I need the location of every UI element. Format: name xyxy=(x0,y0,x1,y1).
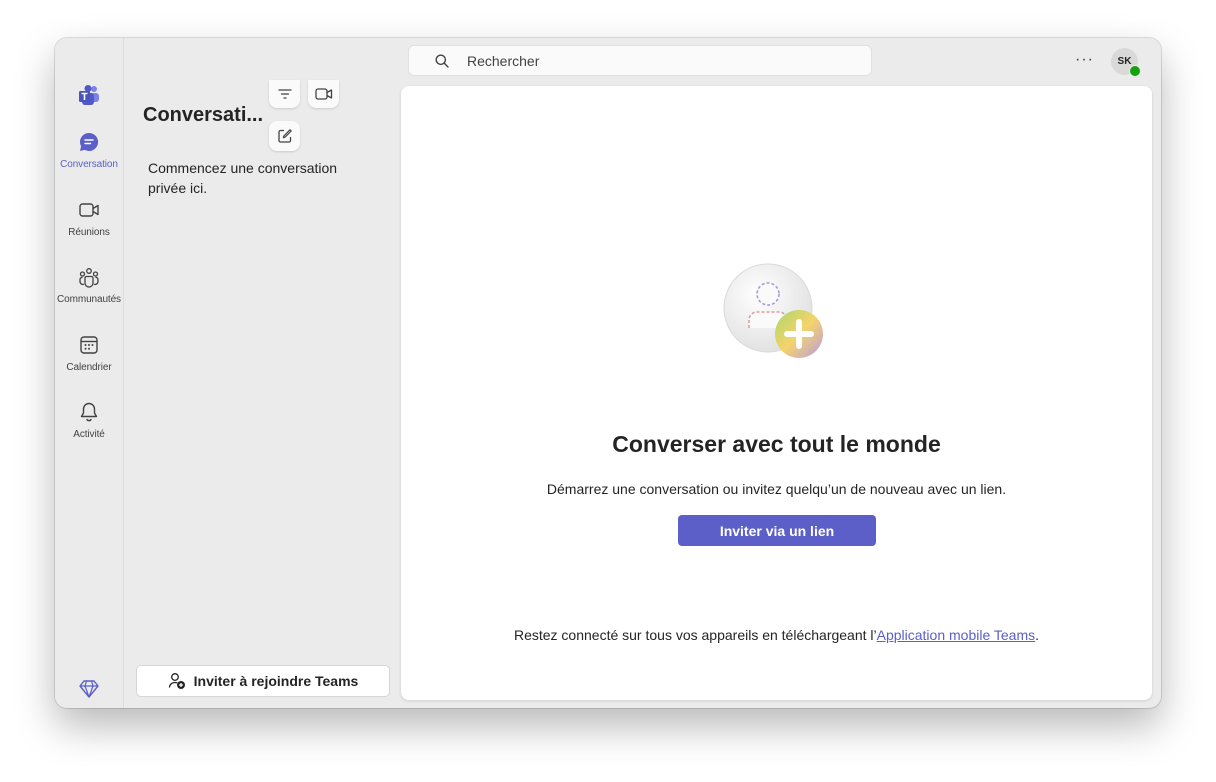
presence-available-icon xyxy=(1129,65,1141,77)
communities-icon xyxy=(79,268,99,288)
invite-to-teams-label: Inviter à rejoindre Teams xyxy=(193,673,359,689)
teams-window: Conversation Réunions Communautés Calend… xyxy=(55,38,1161,708)
rail-item-calendar[interactable]: Calendrier xyxy=(55,334,123,394)
video-icon xyxy=(79,203,99,217)
mobile-app-note-prefix: Restez connecté sur tous vos appareils e… xyxy=(513,627,877,643)
filter-icon xyxy=(277,89,292,99)
add-person-icon xyxy=(168,673,185,689)
rail-label: Activité xyxy=(73,429,105,440)
meet-now-button[interactable] xyxy=(308,80,339,108)
video-icon xyxy=(314,88,332,100)
mobile-app-note-suffix: . xyxy=(1035,627,1040,643)
bell-icon xyxy=(80,402,98,422)
new-chat-button[interactable] xyxy=(269,121,300,151)
rail-item-conversation[interactable]: Conversation xyxy=(55,131,123,191)
compose-icon xyxy=(277,129,292,143)
mobile-app-note: Restez connecté sur tous vos appareils e… xyxy=(401,627,1152,643)
rail-label: Conversation xyxy=(60,159,118,170)
search-icon xyxy=(435,54,449,68)
app-rail: Conversation Réunions Communautés Calend… xyxy=(55,38,124,708)
premium-diamond-icon[interactable] xyxy=(79,680,99,698)
conversation-list-pane: Conversati... Commencez une conversation… xyxy=(124,38,400,708)
rail-item-communities[interactable]: Communautés xyxy=(55,266,123,326)
empty-state-text: Commencez une conversation privée ici. xyxy=(148,160,338,196)
search-box[interactable] xyxy=(408,45,872,76)
invite-via-link-button[interactable]: Inviter via un lien xyxy=(678,515,876,546)
chat-icon xyxy=(80,132,99,151)
rail-label: Réunions xyxy=(68,227,110,238)
empty-state-headline: Converser avec tout le monde xyxy=(612,431,941,457)
rail-item-meetings[interactable]: Réunions xyxy=(55,199,123,259)
filter-button[interactable] xyxy=(269,80,300,108)
rail-item-activity[interactable]: Activité xyxy=(55,401,123,461)
invite-to-teams-button[interactable]: Inviter à rejoindre Teams xyxy=(136,665,390,697)
rail-label: Communautés xyxy=(57,294,121,305)
calendar-icon xyxy=(80,336,98,354)
search-input[interactable] xyxy=(467,46,857,75)
more-options-button[interactable]: ··· xyxy=(1075,51,1094,69)
mobile-app-link[interactable]: Application mobile Teams xyxy=(877,627,1036,643)
teams-logo-icon xyxy=(79,85,99,105)
page-title: Conversati... xyxy=(143,104,264,126)
main-content: Converser avec tout le monde Démarrez un… xyxy=(401,86,1152,700)
add-contact-illustration-icon xyxy=(723,263,823,358)
rail-label: Calendrier xyxy=(66,362,112,373)
empty-state-description: Démarrez une conversation ou invitez que… xyxy=(546,481,1007,497)
